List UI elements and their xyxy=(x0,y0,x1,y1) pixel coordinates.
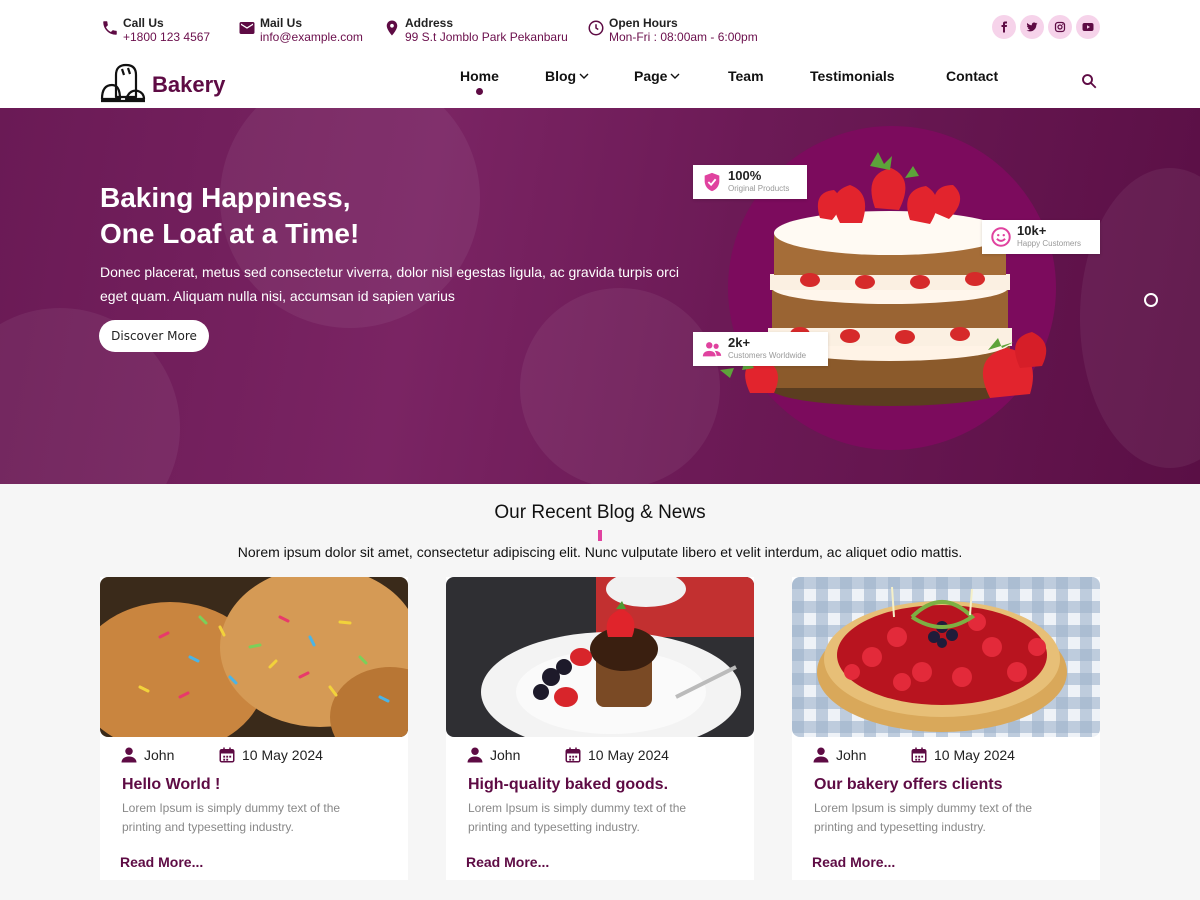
nav-team-label: Team xyxy=(728,68,764,84)
post-title[interactable]: Hello World ! xyxy=(122,776,220,794)
calendar-icon xyxy=(911,747,927,763)
nav-testimonials[interactable]: Testimonials xyxy=(810,68,895,84)
nav-page[interactable]: Page xyxy=(634,68,680,84)
shield-check-icon xyxy=(704,172,720,192)
post-date-text: 10 May 2024 xyxy=(242,747,323,763)
post-title[interactable]: Our bakery offers clients xyxy=(814,776,1003,794)
read-more-link[interactable]: Read More... xyxy=(466,854,549,870)
post-excerpt: Lorem Ipsum is simply dummy text of the … xyxy=(122,801,341,834)
logo-text: Bakery xyxy=(152,72,226,97)
mail-us-info[interactable]: Mail Us info@example.com xyxy=(238,16,363,44)
clock-icon xyxy=(588,20,604,36)
slider-pagination-dot[interactable] xyxy=(1144,293,1158,307)
blog-card: John 10 May 2024 Our bakery offers clien… xyxy=(792,577,1100,880)
nav-home-label: Home xyxy=(460,68,499,84)
hero-section: Baking Happiness, One Loaf at a Time! Do… xyxy=(0,108,1200,484)
post-title[interactable]: High-quality baked goods. xyxy=(468,776,668,794)
open-hours-info: Open Hours Mon-Fri : 08:00am - 6:00pm xyxy=(587,16,758,44)
donut-image[interactable] xyxy=(100,577,408,737)
post-date: 10 May 2024 xyxy=(564,746,669,764)
call-us-label: Call Us xyxy=(123,16,164,30)
facebook-icon[interactable] xyxy=(992,15,1016,39)
users-icon xyxy=(702,342,722,357)
nav-page-label: Page xyxy=(634,68,668,84)
nav-testimonials-label: Testimonials xyxy=(810,68,895,84)
blog-subtitle: Norem ipsum dolor sit amet, consectetur … xyxy=(237,544,963,560)
nav-blog[interactable]: Blog xyxy=(545,68,589,84)
badge-value: 10k+ xyxy=(1017,223,1047,238)
post-author: John xyxy=(812,746,866,764)
address-value: 99 S.t Jomblo Park Pekanbaru xyxy=(405,30,568,44)
post-author-name: John xyxy=(836,747,867,763)
mail-us-value: info@example.com xyxy=(260,30,363,44)
map-pin-icon xyxy=(386,20,398,36)
mail-us-label: Mail Us xyxy=(260,16,303,30)
read-more-link[interactable]: Read More... xyxy=(120,854,203,870)
hero-title: Baking Happiness, One Loaf at a Time! xyxy=(100,180,520,252)
nav-home[interactable]: Home xyxy=(460,68,499,84)
nav-blog-label: Blog xyxy=(545,68,577,84)
muffin-image[interactable] xyxy=(446,577,754,737)
post-author: John xyxy=(466,746,520,764)
badge-label: Original Products xyxy=(728,184,790,193)
search-icon[interactable] xyxy=(1080,72,1098,90)
post-date-text: 10 May 2024 xyxy=(934,747,1015,763)
post-author-name: John xyxy=(490,747,521,763)
bakery-logo-icon xyxy=(100,63,146,103)
post-author-name: John xyxy=(144,747,175,763)
fruit-tart-image[interactable] xyxy=(792,577,1100,737)
top-info-bar: Call Us +1800 123 4567 Mail Us info@exam… xyxy=(0,0,1200,52)
phone-icon xyxy=(103,21,117,35)
hero-bg-shape xyxy=(1080,168,1200,468)
badge-label: Happy Customers xyxy=(1017,239,1082,248)
badge-value: 100% xyxy=(728,168,762,183)
blog-heading: Our Recent Blog & News xyxy=(494,502,706,523)
address-info: Address 99 S.t Jomblo Park Pekanbaru xyxy=(383,16,568,44)
post-date: 10 May 2024 xyxy=(218,746,323,764)
badge-label: Customers Worldwide xyxy=(728,351,807,360)
blog-card: John 10 May 2024 High-quality baked good… xyxy=(446,577,754,880)
hero-description: Donec placerat, metus sed consectetur vi… xyxy=(100,264,679,304)
address-label: Address xyxy=(405,16,454,30)
heading-underline xyxy=(598,530,602,541)
chevron-down-icon xyxy=(670,73,680,79)
open-hours-label: Open Hours xyxy=(609,16,678,30)
user-icon xyxy=(813,747,829,763)
post-author: John xyxy=(120,746,174,764)
site-logo[interactable]: Bakery xyxy=(100,59,225,105)
instagram-icon[interactable] xyxy=(1048,15,1072,39)
calendar-icon xyxy=(219,747,235,763)
call-us-info[interactable]: Call Us +1800 123 4567 xyxy=(101,16,210,44)
open-hours-value: Mon-Fri : 08:00am - 6:00pm xyxy=(609,30,758,44)
calendar-icon xyxy=(565,747,581,763)
post-excerpt: Lorem Ipsum is simply dummy text of the … xyxy=(814,801,1033,834)
original-products-badge: 100% Original Products xyxy=(693,165,807,199)
blog-card: John 10 May 2024 Hello World ! Lorem Ips… xyxy=(100,577,408,880)
main-navbar: Bakery Home Blog Page Team Testimonials … xyxy=(0,52,1200,108)
hero-title-line2: One Loaf at a Time! xyxy=(100,218,360,249)
nav-contact-label: Contact xyxy=(946,68,999,84)
user-icon xyxy=(467,747,483,763)
twitter-icon[interactable] xyxy=(1020,15,1044,39)
discover-more-button[interactable]: Discover More xyxy=(99,320,209,352)
customers-worldwide-badge: 2k+ Customers Worldwide xyxy=(693,332,828,366)
user-icon xyxy=(121,747,137,763)
chevron-down-icon xyxy=(579,73,589,79)
post-date-text: 10 May 2024 xyxy=(588,747,669,763)
active-indicator xyxy=(476,88,483,95)
smile-icon xyxy=(991,227,1011,247)
post-date: 10 May 2024 xyxy=(910,746,1015,764)
call-us-value: +1800 123 4567 xyxy=(123,30,211,44)
happy-customers-badge: 10k+ Happy Customers xyxy=(982,220,1100,254)
read-more-link[interactable]: Read More... xyxy=(812,854,895,870)
hero-title-line1: Baking Happiness, xyxy=(100,182,351,213)
nav-contact[interactable]: Contact xyxy=(946,68,998,84)
post-excerpt: Lorem Ipsum is simply dummy text of the … xyxy=(468,801,687,834)
youtube-icon[interactable] xyxy=(1076,15,1100,39)
nav-team[interactable]: Team xyxy=(728,68,764,84)
badge-value: 2k+ xyxy=(728,335,751,350)
mail-icon xyxy=(239,22,255,34)
social-links xyxy=(992,15,1100,39)
